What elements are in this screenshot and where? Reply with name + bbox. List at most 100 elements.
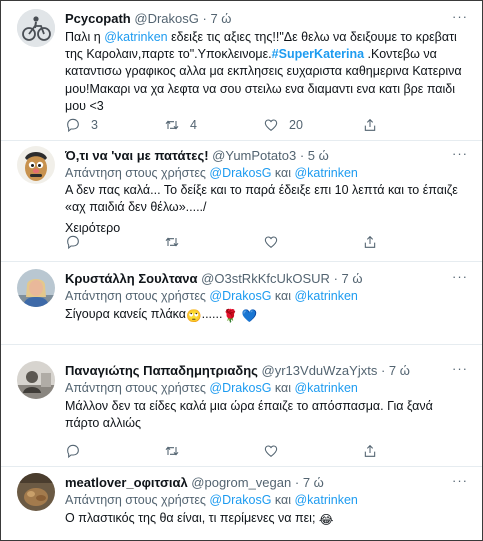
reply-prefix: Απάντηση στους χρήστες [65, 166, 210, 180]
mention-link[interactable]: @katrinken [104, 30, 167, 44]
avatar[interactable] [17, 473, 55, 511]
heart-icon [264, 119, 278, 132]
laughing-emoji: 😂 [318, 513, 334, 527]
mention-link[interactable]: @DrakosG [209, 493, 271, 507]
author-handle[interactable]: @O3stRkKfcUkOSUR [201, 271, 330, 286]
author-name[interactable]: Ό,τι να 'ναι με πατάτες! [65, 148, 209, 163]
separator: · [294, 475, 300, 490]
author-handle[interactable]: @YumPotato3 [212, 148, 296, 163]
more-icon[interactable]: ··· [450, 10, 470, 28]
mention-link[interactable]: @DrakosG [209, 289, 271, 303]
reply-icon [67, 444, 79, 459]
tweet-header: Κρυστάλλη Σουλτανα @O3stRkKfcUkOSUR · 7 … [65, 270, 446, 288]
share-button[interactable] [362, 116, 378, 134]
timestamp[interactable]: 7 ώ [303, 475, 324, 490]
share-icon [364, 235, 376, 248]
tweet-header: meatlover_οφιτσιαλ @pogrom_vegan · 7 ώ [65, 474, 446, 492]
blue-heart-emoji: 💙 [241, 309, 258, 323]
reply-and: και [271, 381, 295, 395]
tweet-text: Ο πλαστικός της θα είναι, τι περίμενες ν… [65, 510, 468, 529]
avatar-image [17, 269, 55, 307]
like-button[interactable] [263, 233, 279, 251]
timestamp[interactable]: 7 ώ [342, 271, 363, 286]
reply-context: Απάντηση στους χρήστες @DrakosG και @kat… [65, 492, 466, 509]
retweet-button[interactable] [164, 442, 180, 460]
tweet-text-part: Α δεν πας καλά... Το δείξε και το παρά έ… [65, 183, 458, 215]
avatar[interactable] [17, 9, 55, 47]
reply-button[interactable] [65, 233, 81, 251]
author-handle[interactable]: @pogrom_vegan [191, 475, 291, 490]
tweet-thread: Pcycopath @DrakosG · 7 ώ ··· Παλι η @kat… [0, 0, 483, 541]
reply-and: και [271, 493, 295, 507]
share-icon [364, 118, 376, 131]
author-handle[interactable]: @yr13VduWzaYjxts [262, 363, 378, 378]
avatar-image [17, 9, 55, 47]
retweet-icon [165, 446, 179, 456]
more-icon[interactable]: ··· [450, 147, 470, 165]
mention-link[interactable]: @DrakosG [209, 381, 271, 395]
tweet-header: Παναγιώτης Παπαδημητριαδης @yr13VduWzaYj… [65, 362, 446, 380]
more-icon[interactable]: ··· [450, 362, 470, 380]
separator: · [299, 148, 305, 163]
timestamp[interactable]: 7 ώ [210, 11, 231, 26]
timestamp[interactable]: 7 ώ [389, 363, 410, 378]
avatar-image [17, 473, 55, 511]
tweet-text: Παλι η @katrinken εδειξε τις αξιες της!!… [65, 29, 468, 115]
reply-button[interactable]: 3 [65, 116, 98, 134]
reply-button[interactable] [65, 442, 81, 460]
retweet-icon [165, 237, 179, 247]
separator: · [333, 271, 338, 286]
avatar[interactable] [17, 146, 55, 184]
avatar-image [17, 146, 55, 184]
hashtag-link[interactable]: #SuperKaterina [272, 47, 364, 61]
timestamp[interactable]: 5 ώ [308, 148, 329, 163]
tweet-actions [65, 442, 445, 460]
author-handle[interactable]: @DrakosG [134, 11, 199, 26]
reply-icon [67, 235, 79, 250]
reply-prefix: Απάντηση στους χρήστες [65, 381, 210, 395]
reply-count: 3 [91, 118, 98, 132]
divider [1, 466, 482, 467]
more-icon[interactable]: ··· [450, 474, 470, 492]
avatar[interactable] [17, 269, 55, 307]
retweet-count: 4 [190, 118, 197, 132]
more-icon[interactable]: ··· [450, 270, 470, 288]
share-icon [364, 444, 376, 457]
author-name[interactable]: Pcycopath [65, 11, 131, 26]
mention-link[interactable]: @katrinken [294, 289, 357, 303]
mention-link[interactable]: @katrinken [294, 381, 357, 395]
author-name[interactable]: meatlover_οφιτσιαλ [65, 475, 188, 490]
reply-and: και [271, 289, 295, 303]
reply-context: Απάντηση στους χρήστες @DrakosG και @kat… [65, 380, 466, 397]
retweet-button[interactable] [164, 233, 180, 251]
share-button[interactable] [362, 442, 378, 460]
share-button[interactable] [362, 233, 378, 251]
dots-text: ...... [201, 307, 223, 321]
tweet-header: Ό,τι να 'ναι με πατάτες! @YumPotato3 · 5… [65, 147, 446, 165]
heart-icon [264, 236, 278, 249]
reply-context: Απάντηση στους χρήστες @DrakosG και @kat… [65, 165, 466, 182]
reply-context: Απάντηση στους χρήστες @DrakosG και @kat… [65, 288, 466, 305]
tweet-header: Pcycopath @DrakosG · 7 ώ [65, 10, 446, 28]
mention-link[interactable]: @DrakosG [209, 166, 271, 180]
like-button[interactable]: 20 [263, 116, 303, 134]
reply-and: και [271, 166, 295, 180]
tweet-text-part: Μάλλον δεν τα είδες καλά μια ώρα έπαιζε … [65, 399, 433, 431]
separator: · [380, 363, 386, 378]
like-button[interactable] [263, 442, 279, 460]
separator: · [202, 11, 207, 26]
reply-prefix: Απάντηση στους χρήστες [65, 289, 210, 303]
tweet-text: Μάλλον δεν τα είδες καλά μια ώρα έπαιζε … [65, 398, 468, 432]
tweet-text-part: Παλι η [65, 30, 105, 44]
mention-link[interactable]: @katrinken [294, 166, 357, 180]
rose-emoji: 🌹 [222, 309, 239, 323]
avatar[interactable] [17, 361, 55, 399]
avatar-image [17, 361, 55, 399]
reply-prefix: Απάντηση στους χρήστες [65, 493, 210, 507]
retweet-button[interactable]: 4 [164, 116, 197, 134]
tweet-text-part: Ο πλαστικός της θα είναι, τι περίμενες ν… [65, 511, 316, 525]
like-count: 20 [289, 118, 303, 132]
mention-link[interactable]: @katrinken [294, 493, 357, 507]
author-name[interactable]: Κρυστάλλη Σουλτανα [65, 271, 198, 286]
author-name[interactable]: Παναγιώτης Παπαδημητριαδης [65, 363, 258, 378]
